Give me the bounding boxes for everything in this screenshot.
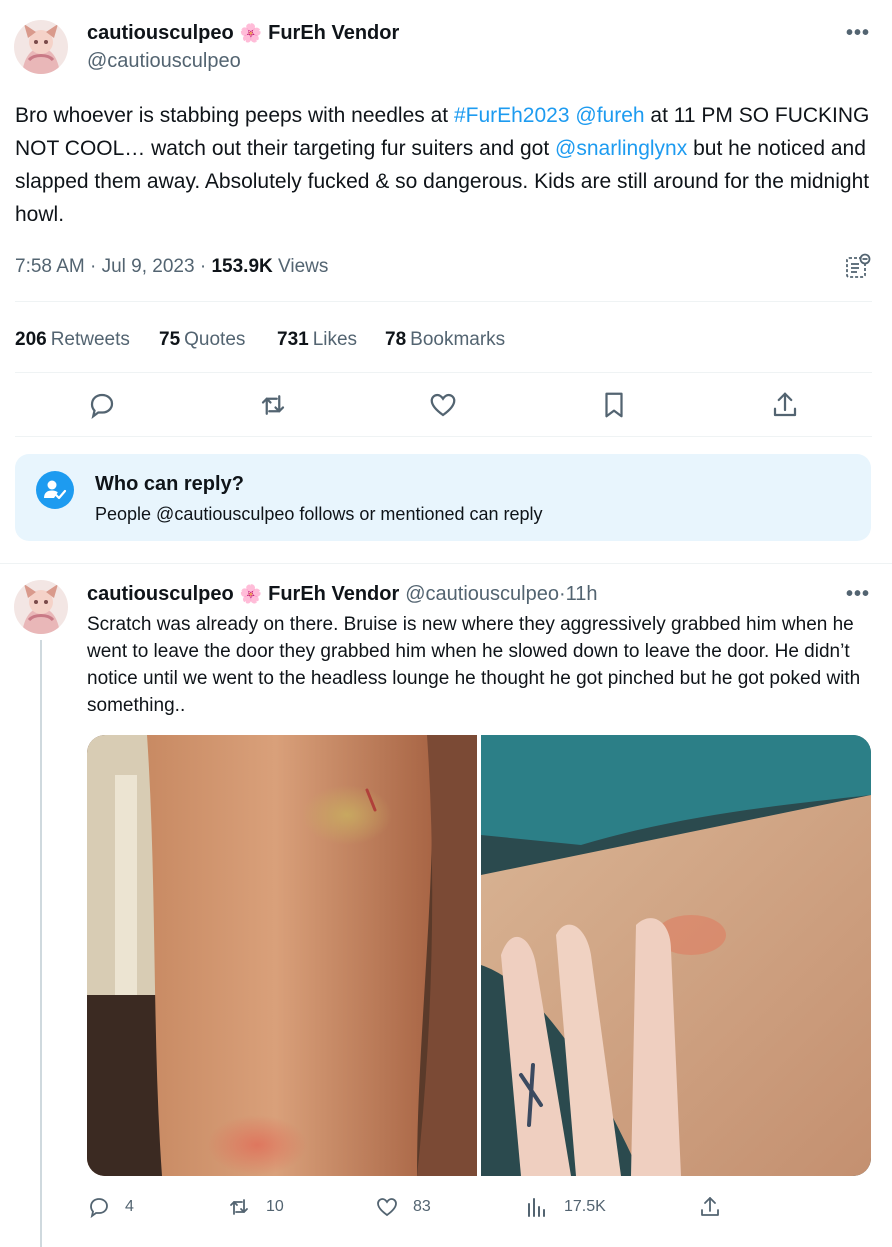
retweets-stat[interactable]: 206 Retweets (15, 329, 130, 351)
more-options-button[interactable]: ••• (846, 583, 870, 606)
like-icon (375, 1195, 399, 1219)
media-grid[interactable] (87, 735, 871, 1176)
share-icon[interactable] (698, 1195, 722, 1219)
user-check-icon (36, 471, 74, 509)
who-can-reply-box: Who can reply? People @cautiousculpeo fo… (15, 454, 871, 541)
retweets-count: 206 (15, 329, 47, 350)
retweet-icon[interactable] (258, 390, 288, 420)
meta-separator: · (84, 256, 102, 277)
mention-link[interactable]: @fureh (575, 104, 644, 127)
tweet-text-part: Bro whoever is stabbing peeps with needl… (15, 104, 454, 127)
like-icon[interactable] (428, 390, 458, 420)
meta-separator: · (194, 256, 212, 277)
flower-icon: 🌸 (239, 23, 263, 43)
quotes-stat[interactable]: 75 Quotes (159, 329, 245, 351)
author-name[interactable]: cautiousculpeo (87, 583, 234, 606)
tweet-text: Bro whoever is stabbing peeps with needl… (15, 99, 875, 231)
avatar[interactable] (14, 580, 68, 634)
likes-stat[interactable]: 731 Likes (277, 329, 357, 351)
quotes-count: 75 (159, 329, 181, 350)
like-count: 83 (413, 1198, 431, 1215)
vendor-label: FurEh Vendor (268, 583, 400, 605)
author-name[interactable]: cautiousculpeo (87, 22, 234, 45)
reply-icon (87, 1195, 111, 1219)
views-button[interactable]: 17.5K (526, 1195, 606, 1219)
bookmarks-label: Bookmarks (410, 329, 506, 350)
likes-count: 731 (277, 329, 309, 350)
share-icon[interactable] (770, 390, 800, 420)
reply-icon[interactable] (87, 390, 117, 420)
photo-arm-scratch[interactable] (87, 735, 477, 1176)
retweets-label: Retweets (50, 329, 130, 350)
bookmarks-count: 78 (385, 329, 407, 350)
analytics-icon[interactable] (845, 253, 871, 279)
mention-link[interactable]: @snarlinglynx (555, 137, 687, 160)
thread-line (40, 640, 42, 1247)
more-options-button[interactable]: ••• (846, 22, 870, 45)
who-can-reply-title: Who can reply? (95, 473, 244, 495)
retweet-icon (226, 1195, 252, 1219)
bookmarks-stat[interactable]: 78 Bookmarks (385, 329, 505, 351)
views-icon (526, 1195, 548, 1219)
who-can-reply-subtitle: People @cautiousculpeo follows or mentio… (95, 504, 543, 524)
likes-label: Likes (312, 329, 358, 350)
hashtag-link[interactable]: #FurEh2023 (454, 104, 570, 127)
flower-icon: 🌸 (239, 584, 263, 604)
reply-time[interactable]: 11h (566, 583, 598, 606)
tweet-date[interactable]: Jul 9, 2023 (102, 256, 195, 277)
meta-separator: · (558, 583, 566, 605)
views-count: 153.9K (211, 256, 273, 277)
reply-count: 4 (125, 1198, 134, 1215)
quotes-label: Quotes (184, 329, 246, 350)
views-label: Views (278, 256, 329, 277)
author-handle[interactable]: @cautiousculpeo (405, 583, 559, 606)
reply-text: Scratch was already on there. Bruise is … (87, 614, 861, 716)
retweet-button[interactable]: 10 (226, 1195, 284, 1219)
reply-button[interactable]: 4 (87, 1195, 134, 1219)
vendor-label: FurEh Vendor (268, 22, 400, 44)
bookmark-icon[interactable] (599, 390, 629, 420)
retweet-count: 10 (266, 1198, 284, 1215)
like-button[interactable]: 83 (375, 1195, 431, 1219)
views-count: 17.5K (564, 1198, 606, 1215)
author-handle[interactable]: @cautiousculpeo (87, 50, 241, 73)
photo-arm-wrist[interactable] (481, 735, 871, 1176)
tweet-time[interactable]: 7:58 AM (15, 256, 85, 277)
avatar[interactable] (14, 20, 68, 74)
